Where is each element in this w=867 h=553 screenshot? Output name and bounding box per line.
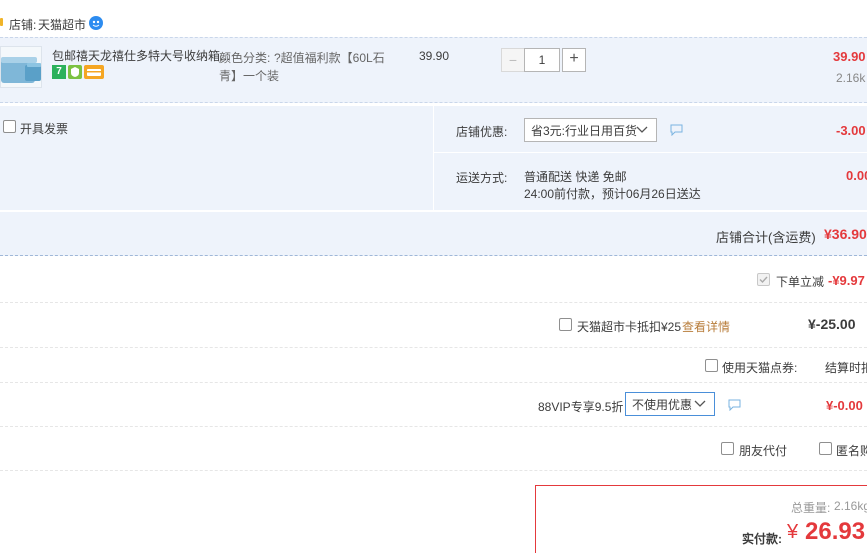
vip-discount-amount: ¥-0.00 [826, 398, 863, 413]
item-weight: 2.16k [836, 71, 866, 85]
row-divider [0, 382, 867, 383]
vip-message-icon[interactable] [728, 399, 741, 414]
vip-label: 88VIP专享9.5折 [538, 400, 624, 414]
shop-discount-selected: 省3元:行业日用百货 [531, 123, 638, 138]
shop-name-link[interactable]: 天猫超市 [38, 16, 86, 33]
quantity-minus-button[interactable]: − [501, 48, 525, 72]
friend-pay-checkbox[interactable] [721, 442, 734, 455]
shop-label: 店铺: [9, 18, 37, 32]
shop-discount-select[interactable]: 省3元:行业日用百货 [524, 118, 657, 142]
quantity-plus-button[interactable]: + [562, 48, 586, 72]
row-divider [0, 302, 867, 303]
discount-message-icon[interactable] [670, 124, 683, 139]
color-label: 颜色分类: [219, 51, 271, 65]
tmall-points-label: 使用天猫点券: [722, 361, 798, 375]
tmall-points-checkbox[interactable] [705, 359, 718, 372]
shipping-method: 普通配送 快递 免邮 [524, 170, 627, 184]
color-value-1: ?超值福利款【60L石 [274, 51, 385, 65]
row-divider [0, 347, 867, 348]
shop-discount-label: 店铺优惠: [456, 125, 508, 139]
actual-pay-label: 实付款: [742, 532, 782, 546]
tmall-card-checkbox[interactable] [559, 318, 572, 331]
invoice-label: 开具发票 [20, 122, 69, 136]
tmall-points-note: 结算时扣 [825, 361, 867, 375]
total-weight-label: 总重量: [791, 501, 831, 515]
instant-discount-amount: -¥9.97 [828, 273, 865, 288]
service-badges: 7 [52, 65, 104, 79]
currency-symbol: ¥ [787, 521, 799, 543]
shipping-delivery-note: 24:00前付款，预计06月26日送达 [524, 187, 701, 201]
options-divider-horizontal [434, 152, 867, 153]
shop-total-amount: ¥36.90 [824, 226, 867, 242]
chevron-down-icon [636, 123, 648, 140]
instant-discount-checkbox [757, 273, 770, 286]
seven-day-return-icon: 7 [52, 65, 66, 79]
chevron-down-icon [694, 397, 706, 414]
wangwang-chat-icon[interactable] [88, 15, 104, 34]
tmall-card-details-link[interactable]: 查看详情 [682, 318, 730, 335]
item-title-link[interactable]: 包邮禧天龙禧仕多特大号收纳箱... [52, 47, 230, 64]
unit-price: 39.90 [419, 49, 450, 63]
vip-discount-selected: 不使用优惠 [632, 397, 693, 412]
tmall-card-amount: ¥-25.00 [808, 316, 856, 332]
shop-total-label: 店铺合计(含运费) [716, 230, 816, 245]
shipping-cost: 0.00 [846, 168, 867, 183]
credit-card-icon [84, 65, 104, 79]
options-divider-vertical [433, 106, 434, 210]
total-weight-value: 2.16kg [834, 499, 867, 513]
anonymous-label: 匿名购 [836, 444, 867, 458]
instant-discount-label: 下单立减 [776, 275, 825, 289]
friend-pay-label: 朋友代付 [739, 444, 788, 458]
row-divider [0, 426, 867, 427]
anonymous-checkbox[interactable] [819, 442, 832, 455]
order-summary-box: 总重量: 2.16kg 实付款: ¥ 26.93 [535, 485, 867, 553]
tmall-card-label: 天猫超市卡抵扣¥25 [577, 320, 682, 334]
quantity-stepper: − 1 + [501, 48, 586, 72]
shop-discount-amount: -3.00 [836, 123, 866, 138]
vip-discount-select[interactable]: 不使用优惠 [625, 392, 715, 416]
actual-pay-amount: 26.93 [805, 518, 866, 545]
order-options-panel: 开具发票 店铺优惠: 省3元:行业日用百货 -3.00 运送方式: 普通配送 快… [0, 106, 867, 210]
row-divider [0, 470, 867, 471]
shop-total-row: 店铺合计(含运费) ¥36.90 [0, 212, 867, 256]
shipping-label: 运送方式: [456, 171, 508, 185]
item-subtotal: 39.90 [833, 49, 866, 64]
guarantee-icon [68, 65, 82, 79]
color-value-2: 青】一个装 [219, 69, 280, 83]
quantity-input[interactable]: 1 [524, 48, 560, 72]
item-row: 包邮禧天龙禧仕多特大号收纳箱... 7 颜色分类: ?超值福利款【60L石 青】… [0, 37, 867, 103]
invoice-checkbox[interactable] [3, 120, 16, 133]
product-thumbnail[interactable] [0, 46, 42, 88]
shop-dot-icon [0, 18, 3, 26]
